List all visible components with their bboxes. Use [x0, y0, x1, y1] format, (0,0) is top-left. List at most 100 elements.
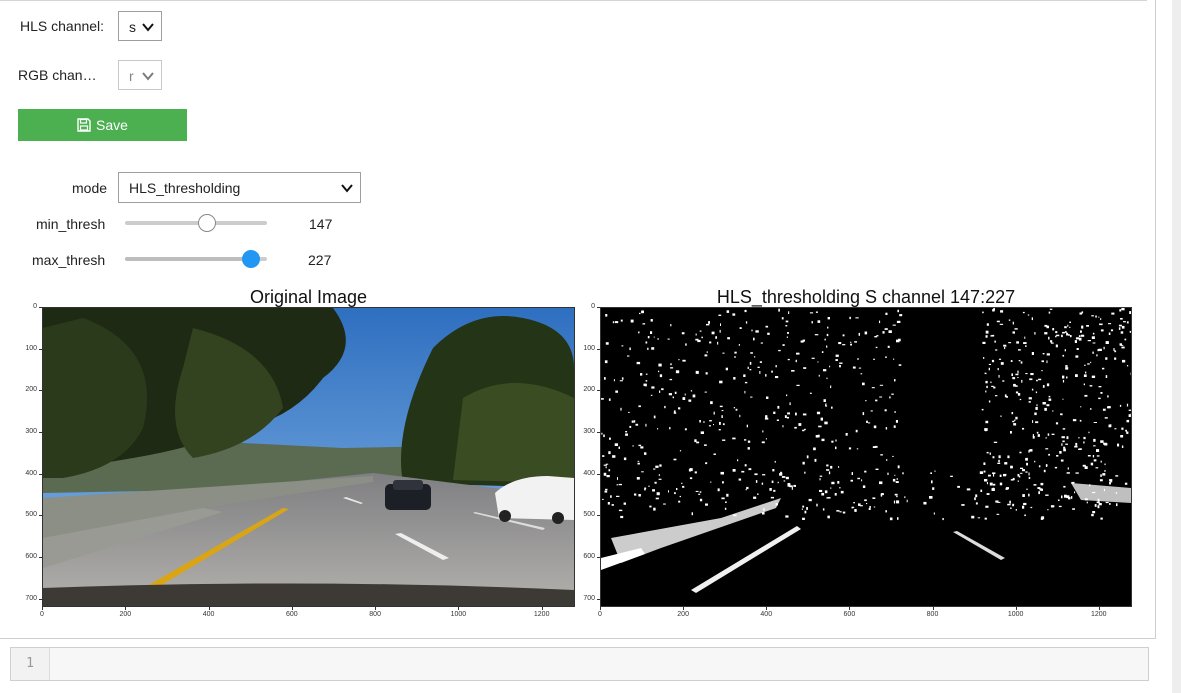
mask-speck	[638, 444, 642, 447]
mask-speck	[1000, 415, 1002, 417]
mask-speck	[838, 466, 840, 468]
mask-speck	[1090, 408, 1092, 410]
mask-speck	[988, 367, 990, 371]
mask-speck	[835, 359, 838, 361]
mode-select[interactable]: HLS_thresholding	[118, 172, 361, 203]
mask-speck	[679, 450, 682, 452]
mask-speck	[896, 320, 901, 323]
mask-speck	[827, 326, 829, 329]
mask-speck	[998, 459, 1000, 463]
mask-speck	[786, 416, 789, 419]
code-cell[interactable]: 1	[10, 647, 1149, 681]
mask-speck	[1015, 391, 1019, 394]
mask-speck	[708, 425, 711, 427]
mask-speck	[778, 349, 781, 352]
mask-speck	[993, 441, 998, 443]
mask-speck	[819, 478, 821, 481]
mask-speck	[699, 420, 701, 423]
mask-speck	[1063, 448, 1066, 452]
y-tick-mark	[597, 515, 600, 517]
mask-speck	[995, 395, 998, 397]
threshold-mask	[601, 308, 1131, 606]
mask-speck	[869, 506, 871, 508]
mask-speck	[975, 494, 978, 498]
mask-speck	[1100, 329, 1104, 332]
mask-speck	[1020, 361, 1023, 364]
save-button[interactable]: Save	[18, 109, 187, 141]
mask-speck	[989, 452, 991, 455]
mask-speck	[1087, 455, 1091, 457]
mask-speck	[1078, 335, 1081, 338]
mask-speck	[704, 354, 708, 357]
mask-speck	[745, 489, 747, 491]
mask-speck	[645, 341, 648, 344]
mask-speck	[1082, 464, 1086, 467]
mask-speck	[984, 517, 987, 520]
x-tick-label: 0	[40, 611, 44, 618]
mask-speck	[1035, 407, 1038, 410]
mask-speck	[1092, 455, 1095, 458]
x-tick-mark	[458, 607, 460, 610]
rgb-channel-value: r	[129, 68, 134, 84]
mask-speck	[1092, 342, 1096, 344]
mask-speck	[784, 415, 787, 418]
mask-speck	[1052, 410, 1054, 412]
mask-speck	[1002, 380, 1005, 382]
mask-speck	[634, 493, 637, 496]
max-thresh-handle[interactable]	[242, 250, 261, 268]
mask-speck	[719, 405, 723, 408]
mask-speck	[1030, 373, 1034, 376]
mask-speck	[897, 517, 899, 520]
mask-speck	[1100, 517, 1103, 520]
mask-speck	[996, 513, 1000, 515]
mask-speck	[722, 439, 726, 441]
mask-speck	[725, 367, 728, 371]
mask-speck	[750, 396, 753, 398]
rgb-channel-select[interactable]: r	[118, 60, 162, 90]
mask-speck	[787, 412, 790, 415]
mask-speck	[795, 412, 797, 416]
mask-speck	[608, 469, 611, 472]
mask-speck	[786, 336, 788, 338]
mask-speck	[757, 493, 759, 495]
mask-speck	[1035, 391, 1038, 394]
mask-speck	[891, 393, 894, 395]
mask-speck	[1048, 395, 1051, 398]
mask-speck	[1014, 328, 1018, 330]
mask-speck	[1044, 332, 1048, 335]
mask-speck	[880, 493, 884, 496]
mask-speck	[744, 390, 746, 394]
mask-speck	[1045, 437, 1047, 439]
mask-speck	[719, 329, 721, 333]
x-tick-mark	[541, 607, 543, 610]
mask-speck	[892, 478, 896, 482]
mask-speck	[1044, 407, 1047, 411]
mask-speck	[1031, 317, 1033, 321]
min-thresh-handle[interactable]	[198, 214, 217, 232]
min-thresh-slider[interactable]	[125, 214, 267, 232]
mask-speck	[663, 503, 666, 505]
chevron-down-icon	[341, 184, 353, 193]
mask-speck	[640, 446, 644, 449]
mask-speck	[986, 482, 988, 485]
mask-speck	[873, 425, 877, 429]
mask-speck	[824, 338, 826, 341]
max-thresh-slider[interactable]	[125, 250, 267, 268]
hls-channel-select[interactable]: s	[118, 11, 162, 41]
mask-speck	[1119, 343, 1122, 346]
mask-speck	[641, 471, 644, 473]
mask-speck	[875, 468, 879, 470]
mask-speck	[906, 499, 908, 503]
mask-speck	[823, 399, 826, 402]
y-tick-label: 600	[25, 553, 37, 560]
mask-speck	[682, 359, 686, 362]
mask-speck	[997, 368, 999, 371]
mask-speck	[1067, 324, 1069, 327]
scrollbar-track[interactable]	[1172, 0, 1181, 693]
mask-speck	[1028, 472, 1030, 476]
mask-speck	[873, 506, 876, 508]
mask-speck	[1008, 319, 1011, 321]
mask-speck	[1021, 379, 1023, 383]
mask-speck	[875, 346, 878, 349]
mode-value: HLS_thresholding	[129, 180, 241, 196]
